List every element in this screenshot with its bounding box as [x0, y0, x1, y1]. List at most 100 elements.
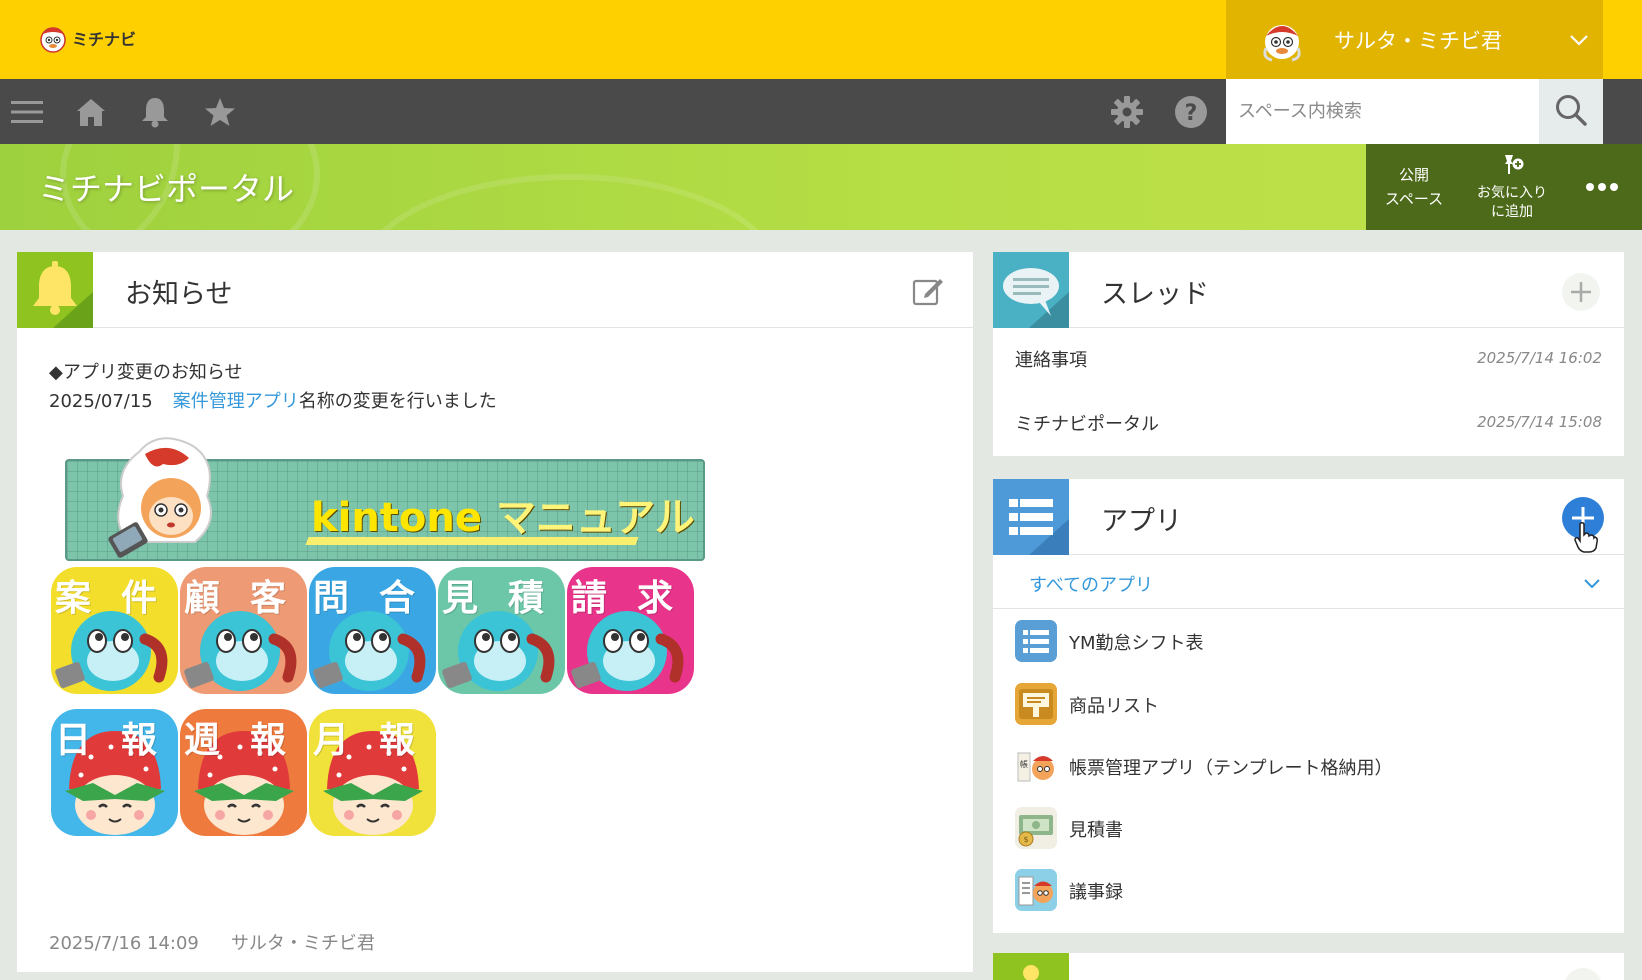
mascot-logo-icon: [38, 22, 68, 54]
user-menu[interactable]: サルタ・ミチビ君: [1226, 0, 1603, 79]
tile-label: 問合: [313, 578, 436, 619]
tile-label: 見積: [442, 578, 565, 619]
settings-gear-icon[interactable]: [1108, 93, 1146, 131]
user-name: サルタ・ミチビ君: [1334, 28, 1502, 53]
notification-bell-icon[interactable]: [136, 93, 174, 131]
tile-label: 請求: [571, 578, 694, 619]
app-name: 帳票管理アプリ（テンプレート格納用）: [1069, 758, 1393, 779]
tile-label: 月報: [313, 720, 436, 761]
notice-panel: お知らせ ◆アプリ変更のお知らせ 2025/07/15 案件管理アプリ名称の変更を…: [17, 252, 973, 972]
notice-title: お知らせ: [125, 279, 233, 310]
notice-author[interactable]: サルタ・ミチビ君: [231, 933, 375, 954]
thread-name: ミチナビポータル: [1015, 414, 1159, 435]
minutes-icon: [1015, 869, 1057, 911]
app-item[interactable]: 商品リスト: [993, 673, 1624, 735]
svg-text:帳: 帳: [1020, 759, 1028, 769]
tile-weekly-report[interactable]: 週報: [180, 709, 307, 836]
tile-inquiry[interactable]: 問合: [309, 567, 436, 694]
public-space-label-1: 公開: [1398, 166, 1429, 184]
tile-estimate[interactable]: 見積: [438, 567, 565, 694]
logo-text: ミチナビ: [72, 30, 137, 49]
top-header: ミチナビ サルタ・ミチビ君: [0, 0, 1642, 79]
space-search-input[interactable]: [1226, 79, 1539, 144]
bell-icon: [17, 252, 93, 328]
tile-label: 週報: [184, 720, 307, 761]
mascot-icon: 帳: [1015, 745, 1057, 787]
svg-text:?: ?: [1185, 101, 1198, 126]
notice-timestamp: 2025/7/16 14:09: [49, 933, 199, 954]
more-options-button[interactable]: [1562, 144, 1642, 230]
thread-item[interactable]: ミチナビポータル 2025/7/14 15:08: [993, 392, 1624, 454]
thread-date: 2025/7/14 16:02: [1477, 349, 1602, 367]
project-app-link[interactable]: 案件管理アプリ: [173, 391, 299, 412]
chevron-down-icon: [1583, 575, 1601, 594]
app-name: YM勤怠シフト表: [1069, 633, 1204, 654]
banner-text-ja: マニュアル: [495, 495, 695, 541]
banner-mascot-icon: [89, 432, 229, 572]
add-favorite-label-2: に追加: [1491, 204, 1533, 220]
threads-panel: スレッド 連絡事項 2025/7/14 16:02 ミチナビポータル 2025/…: [993, 252, 1624, 456]
app-filter-label: すべてのアプリ: [1029, 575, 1154, 596]
banner-text-en: kintone: [311, 495, 482, 541]
tile-project[interactable]: 案件: [51, 567, 178, 694]
speech-bubble-icon: [993, 252, 1069, 328]
box-icon: [1015, 683, 1057, 725]
search-button[interactable]: [1539, 79, 1603, 144]
add-favorite-button[interactable]: お気に入り に追加: [1462, 144, 1562, 230]
space-title: ミチナビポータル: [38, 170, 295, 208]
thread-item[interactable]: 連絡事項 2025/7/14 16:02: [993, 328, 1624, 390]
app-filter-dropdown[interactable]: すべてのアプリ: [993, 555, 1624, 609]
app-name: 商品リスト: [1069, 696, 1159, 717]
space-search-box: [1226, 79, 1539, 144]
chevron-down-icon[interactable]: [1555, 0, 1603, 79]
list-icon: [1015, 620, 1057, 662]
svg-text:$: $: [1023, 835, 1028, 844]
thread-date: 2025/7/14 15:08: [1477, 413, 1602, 431]
app-name: 議事録: [1069, 882, 1123, 903]
home-icon[interactable]: [72, 93, 110, 131]
app-item[interactable]: YM勤怠シフト表: [993, 610, 1624, 672]
favorites-star-icon[interactable]: [201, 93, 239, 131]
notice-panel-header: お知らせ: [17, 252, 973, 328]
notice-message-text: 名称の変更を行いました: [298, 391, 497, 412]
portal-logo[interactable]: ミチナビ: [38, 20, 136, 56]
notice-heading: ◆アプリ変更のお知らせ: [49, 362, 243, 383]
add-button[interactable]: [1563, 967, 1603, 980]
threads-panel-header: スレッド: [993, 252, 1624, 328]
tile-label: 案件: [55, 578, 178, 619]
pin-plus-icon: [1499, 152, 1525, 184]
edit-icon[interactable]: [911, 274, 945, 312]
banner-text: kintone マニュアル: [311, 485, 695, 543]
apps-panel: アプリ すべてのアプリ YM勤怠シフト表 商品リスト 帳 帳票管理アプリ（テンプ…: [993, 479, 1624, 933]
app-item[interactable]: 帳 帳票管理アプリ（テンプレート格納用）: [993, 735, 1624, 797]
public-space-label-2: スペース: [1384, 190, 1444, 208]
apps-panel-header: アプリ: [993, 479, 1624, 555]
app-item[interactable]: 議事録: [993, 859, 1624, 921]
money-icon: $: [1015, 807, 1057, 849]
add-thread-button[interactable]: [1561, 272, 1601, 316]
notice-footer: 2025/7/16 14:09 サルタ・ミチビ君: [49, 929, 375, 955]
space-actions: 公開 スペース お気に入り に追加: [1366, 144, 1642, 230]
banner-underline: [305, 537, 639, 545]
user-avatar: [1260, 18, 1304, 62]
help-icon[interactable]: ?: [1172, 93, 1210, 131]
notice-date: 2025/07/15: [49, 391, 153, 412]
hand-cursor-icon: [1573, 521, 1599, 557]
tile-invoice[interactable]: 請求: [567, 567, 694, 694]
notice-message: 2025/07/15 案件管理アプリ名称の変更を行いました: [49, 387, 497, 413]
public-space-button[interactable]: 公開 スペース: [1366, 144, 1462, 230]
app-item[interactable]: $ 見積書: [993, 797, 1624, 859]
more-dots-icon: [1585, 175, 1619, 199]
header-decoration: [360, 174, 780, 230]
app-list-icon: [993, 479, 1069, 555]
search-icon: [1554, 93, 1588, 131]
panel-icon: [993, 953, 1069, 980]
thread-name: 連絡事項: [1015, 350, 1087, 371]
tile-daily-report[interactable]: 日報: [51, 709, 178, 836]
hamburger-menu-icon[interactable]: [8, 93, 46, 131]
add-favorite-label-1: お気に入り: [1477, 185, 1547, 201]
tile-monthly-report[interactable]: 月報: [309, 709, 436, 836]
tile-customer[interactable]: 顧客: [180, 567, 307, 694]
app-name: 見積書: [1069, 820, 1123, 841]
apps-title: アプリ: [1101, 506, 1182, 537]
